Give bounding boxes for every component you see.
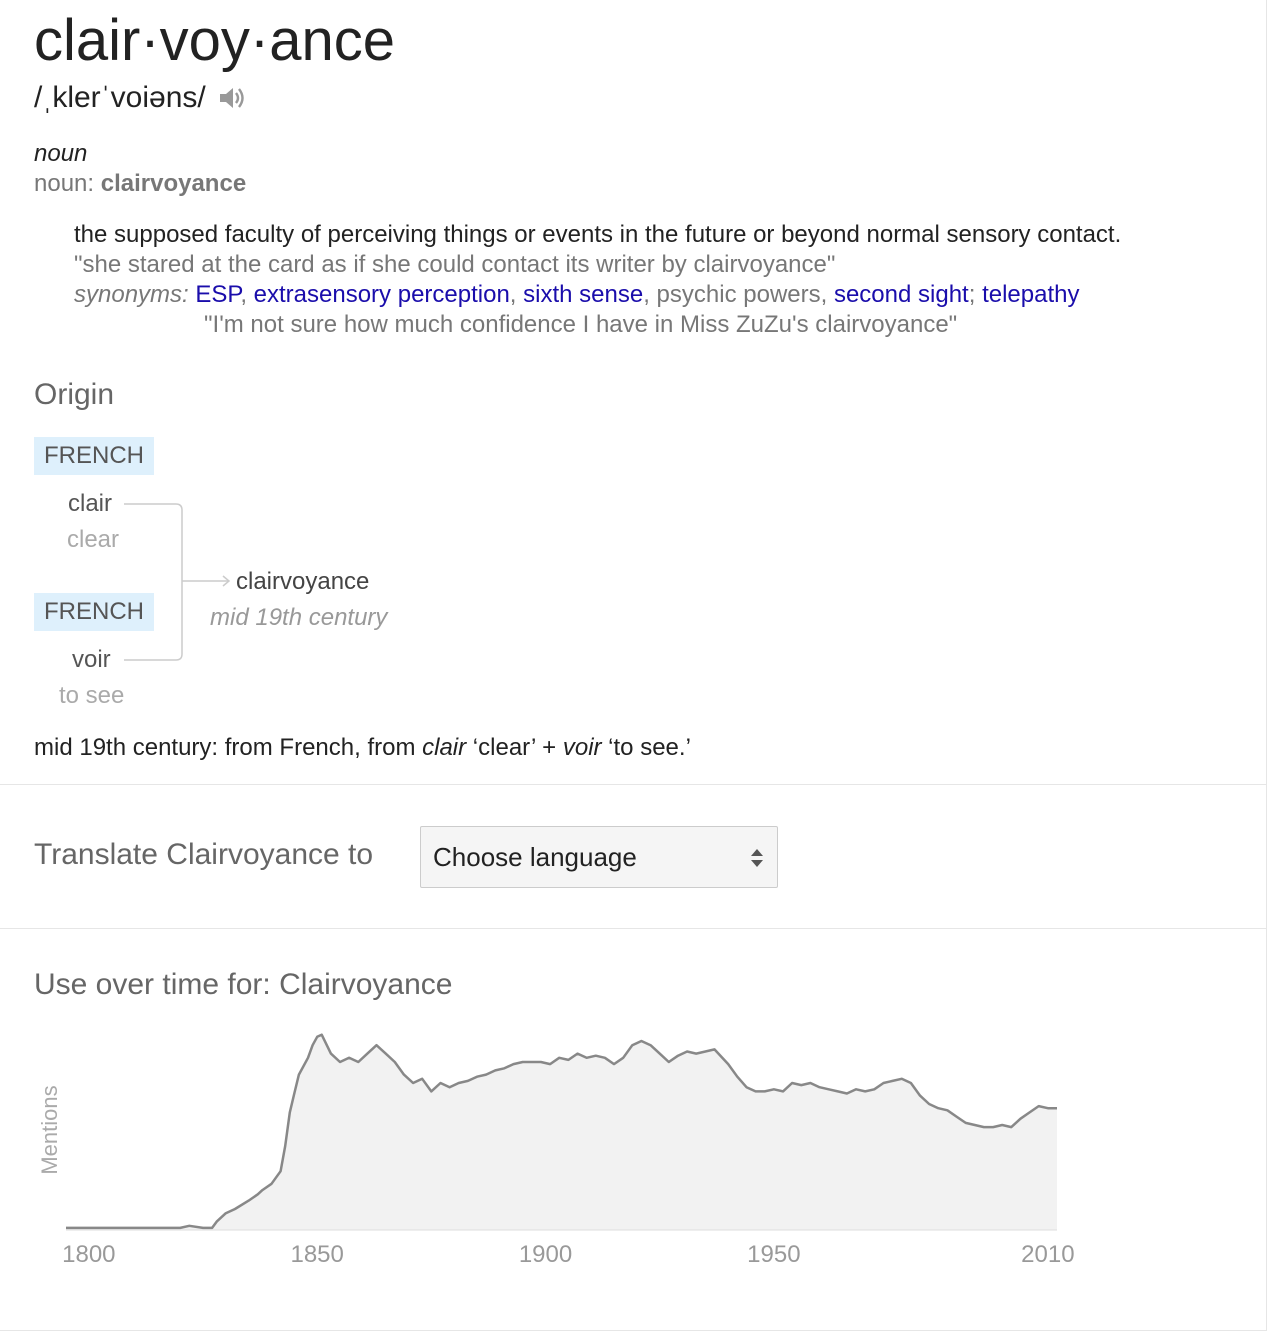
origin-text-part: ‘to see.’ [601,734,691,761]
translate-label: Translate Clairvoyance to [34,838,374,871]
usage-area [66,1034,1057,1230]
synonym-example: "I'm not sure how much confidence I have… [204,311,958,338]
usage-over-time-chart: 1800 1850 1900 1950 2010 Mentions [37,1033,1075,1268]
synonym-link[interactable]: extrasensory perception [254,281,510,308]
synonym-text: psychic powers [656,281,821,308]
origin-text-part: mid 19th century: from French, from [34,734,423,761]
definition-text: the supposed faculty of perceiving thing… [74,221,1122,248]
origin-description: mid 19th century: from French, from clai… [34,734,691,762]
y-axis-label: Mentions [37,1085,62,1174]
origin-result-date: mid 19th century [210,604,388,631]
select-arrows-icon [751,849,763,867]
origin-text-word: voir [562,734,602,761]
example-sentence: "she stared at the card as if she could … [74,251,836,278]
synonyms-row: synonyms: ESP, extrasensory perception, … [74,281,1080,308]
usage-title: Use over time for: Clairvoyance [34,968,453,1001]
section-divider [0,784,1266,785]
x-tick-label: 1800 [62,1241,115,1268]
x-tick-label: 1950 [747,1241,800,1268]
synonym-link[interactable]: second sight [834,281,969,308]
section-divider [0,928,1266,929]
synonym-link[interactable]: sixth sense [523,281,643,308]
definition-block: the supposed faculty of perceiving thing… [74,220,1226,340]
x-tick-label: 1900 [519,1241,572,1268]
synonym-link[interactable]: telepathy [982,281,1079,308]
origin-result-word: clairvoyance [236,568,370,595]
etymology-connector-lines [124,503,231,661]
origin-text-word: clair [422,734,467,761]
x-tick-label: 1850 [290,1241,343,1268]
language-select[interactable]: Choose language [420,826,778,888]
origin-text-part: ‘clear’ + [466,734,563,761]
x-tick-label: 2010 [1021,1241,1074,1268]
dictionary-card: clair·voy·ance /ˌklerˈvoiəns/ noun noun:… [0,0,1267,1331]
language-select-value: Choose language [433,841,637,872]
